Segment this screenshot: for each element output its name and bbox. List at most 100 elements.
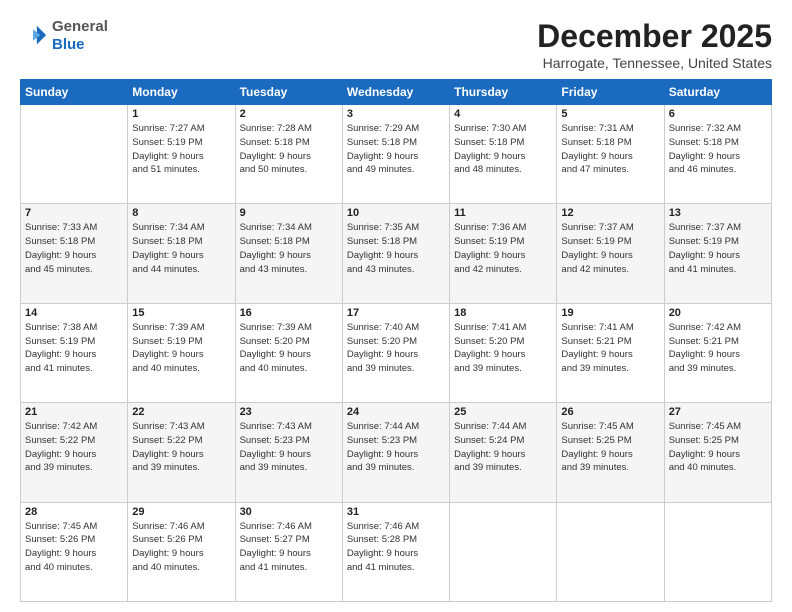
day-info-text: Sunrise: 7:46 AM Sunset: 5:28 PM Dayligh… — [347, 520, 445, 575]
day-info-text: Sunrise: 7:43 AM Sunset: 5:23 PM Dayligh… — [240, 420, 338, 475]
day-cell-2-1: 7 Sunrise: 7:33 AM Sunset: 5:18 PM Daylig… — [21, 204, 128, 303]
title-block: December 2025 Harrogate, Tennessee, Unit… — [537, 18, 772, 71]
header-thursday: Thursday — [450, 80, 557, 105]
day-cell-3-1: 14 Sunrise: 7:38 AM Sunset: 5:19 PM Dayli… — [21, 303, 128, 402]
logo-blue-text: Blue — [52, 36, 108, 54]
day-cell-1-2: 1 Sunrise: 7:27 AM Sunset: 5:19 PM Daylig… — [128, 105, 235, 204]
day-number: 1 — [132, 108, 230, 120]
day-cell-2-6: 12 Sunrise: 7:37 AM Sunset: 5:19 PM Dayli… — [557, 204, 664, 303]
day-number: 12 — [561, 207, 659, 219]
day-cell-5-2: 29 Sunrise: 7:46 AM Sunset: 5:26 PM Dayli… — [128, 502, 235, 601]
week-row-4: 21Sunrise: 7:42 AM Sunset: 5:22 PM Dayli… — [21, 403, 772, 502]
day-info-text: Sunrise: 7:37 AM Sunset: 5:19 PM Dayligh… — [561, 221, 659, 276]
day-number: 25 — [454, 406, 552, 418]
day-number: 16 — [240, 307, 338, 319]
day-cell-3-7: 20 Sunrise: 7:42 AM Sunset: 5:21 PM Dayli… — [664, 303, 771, 402]
day-info-text: Sunrise: 7:33 AM Sunset: 5:18 PM Dayligh… — [25, 221, 123, 276]
day-cell-4-4: 24Sunrise: 7:44 AM Sunset: 5:23 PM Dayli… — [342, 403, 449, 502]
day-info-text: Sunrise: 7:43 AM Sunset: 5:22 PM Dayligh… — [132, 420, 230, 475]
day-number: 14 — [25, 307, 123, 319]
month-year-title: December 2025 — [537, 18, 772, 55]
day-number: 20 — [669, 307, 767, 319]
day-info-text: Sunrise: 7:36 AM Sunset: 5:19 PM Dayligh… — [454, 221, 552, 276]
day-number: 9 — [240, 207, 338, 219]
day-number: 27 — [669, 406, 767, 418]
day-info-text: Sunrise: 7:35 AM Sunset: 5:18 PM Dayligh… — [347, 221, 445, 276]
day-info-text: Sunrise: 7:41 AM Sunset: 5:20 PM Dayligh… — [454, 321, 552, 376]
day-number: 17 — [347, 307, 445, 319]
week-row-2: 7 Sunrise: 7:33 AM Sunset: 5:18 PM Daylig… — [21, 204, 772, 303]
header-sunday: Sunday — [21, 80, 128, 105]
day-cell-5-7 — [664, 502, 771, 601]
day-info-text: Sunrise: 7:44 AM Sunset: 5:23 PM Dayligh… — [347, 420, 445, 475]
day-number: 18 — [454, 307, 552, 319]
logo-icon — [20, 22, 48, 50]
day-cell-1-3: 2 Sunrise: 7:28 AM Sunset: 5:18 PM Daylig… — [235, 105, 342, 204]
day-cell-2-5: 11 Sunrise: 7:36 AM Sunset: 5:19 PM Dayli… — [450, 204, 557, 303]
day-info-text: Sunrise: 7:42 AM Sunset: 5:22 PM Dayligh… — [25, 420, 123, 475]
day-info-text: Sunrise: 7:45 AM Sunset: 5:25 PM Dayligh… — [669, 420, 767, 475]
day-number: 5 — [561, 108, 659, 120]
day-cell-1-7: 6Sunrise: 7:32 AM Sunset: 5:18 PM Daylig… — [664, 105, 771, 204]
day-cell-4-2: 22 Sunrise: 7:43 AM Sunset: 5:22 PM Dayli… — [128, 403, 235, 502]
day-info-text: Sunrise: 7:29 AM Sunset: 5:18 PM Dayligh… — [347, 122, 445, 177]
day-number: 19 — [561, 307, 659, 319]
day-cell-5-3: 30Sunrise: 7:46 AM Sunset: 5:27 PM Dayli… — [235, 502, 342, 601]
week-row-3: 14 Sunrise: 7:38 AM Sunset: 5:19 PM Dayli… — [21, 303, 772, 402]
day-info-text: Sunrise: 7:39 AM Sunset: 5:20 PM Dayligh… — [240, 321, 338, 376]
week-row-1: 1 Sunrise: 7:27 AM Sunset: 5:19 PM Daylig… — [21, 105, 772, 204]
day-info-text: Sunrise: 7:30 AM Sunset: 5:18 PM Dayligh… — [454, 122, 552, 177]
day-number: 11 — [454, 207, 552, 219]
day-number: 7 — [25, 207, 123, 219]
day-info-text: Sunrise: 7:31 AM Sunset: 5:18 PM Dayligh… — [561, 122, 659, 177]
day-cell-3-6: 19Sunrise: 7:41 AM Sunset: 5:21 PM Dayli… — [557, 303, 664, 402]
calendar-table: Sunday Monday Tuesday Wednesday Thursday… — [20, 79, 772, 602]
day-info-text: Sunrise: 7:28 AM Sunset: 5:18 PM Dayligh… — [240, 122, 338, 177]
header-friday: Friday — [557, 80, 664, 105]
day-cell-4-3: 23Sunrise: 7:43 AM Sunset: 5:23 PM Dayli… — [235, 403, 342, 502]
day-cell-2-7: 13 Sunrise: 7:37 AM Sunset: 5:19 PM Dayli… — [664, 204, 771, 303]
day-info-text: Sunrise: 7:40 AM Sunset: 5:20 PM Dayligh… — [347, 321, 445, 376]
day-number: 6 — [669, 108, 767, 120]
day-cell-2-4: 10Sunrise: 7:35 AM Sunset: 5:18 PM Dayli… — [342, 204, 449, 303]
page: General Blue December 2025 Harrogate, Te… — [0, 0, 792, 612]
day-cell-2-3: 9Sunrise: 7:34 AM Sunset: 5:18 PM Daylig… — [235, 204, 342, 303]
day-number: 26 — [561, 406, 659, 418]
day-info-text: Sunrise: 7:27 AM Sunset: 5:19 PM Dayligh… — [132, 122, 230, 177]
day-number: 13 — [669, 207, 767, 219]
day-info-text: Sunrise: 7:38 AM Sunset: 5:19 PM Dayligh… — [25, 321, 123, 376]
day-cell-4-1: 21Sunrise: 7:42 AM Sunset: 5:22 PM Dayli… — [21, 403, 128, 502]
header-monday: Monday — [128, 80, 235, 105]
week-row-5: 28Sunrise: 7:45 AM Sunset: 5:26 PM Dayli… — [21, 502, 772, 601]
day-info-text: Sunrise: 7:46 AM Sunset: 5:26 PM Dayligh… — [132, 520, 230, 575]
day-number: 4 — [454, 108, 552, 120]
day-cell-4-5: 25Sunrise: 7:44 AM Sunset: 5:24 PM Dayli… — [450, 403, 557, 502]
day-cell-3-5: 18 Sunrise: 7:41 AM Sunset: 5:20 PM Dayli… — [450, 303, 557, 402]
day-cell-4-7: 27 Sunrise: 7:45 AM Sunset: 5:25 PM Dayli… — [664, 403, 771, 502]
header-wednesday: Wednesday — [342, 80, 449, 105]
day-info-text: Sunrise: 7:46 AM Sunset: 5:27 PM Dayligh… — [240, 520, 338, 575]
day-cell-4-6: 26 Sunrise: 7:45 AM Sunset: 5:25 PM Dayli… — [557, 403, 664, 502]
day-info-text: Sunrise: 7:45 AM Sunset: 5:25 PM Dayligh… — [561, 420, 659, 475]
day-info-text: Sunrise: 7:42 AM Sunset: 5:21 PM Dayligh… — [669, 321, 767, 376]
location-subtitle: Harrogate, Tennessee, United States — [537, 55, 772, 71]
day-number: 29 — [132, 506, 230, 518]
day-number: 3 — [347, 108, 445, 120]
day-info-text: Sunrise: 7:37 AM Sunset: 5:19 PM Dayligh… — [669, 221, 767, 276]
day-cell-5-4: 31 Sunrise: 7:46 AM Sunset: 5:28 PM Dayli… — [342, 502, 449, 601]
header-tuesday: Tuesday — [235, 80, 342, 105]
header: General Blue December 2025 Harrogate, Te… — [20, 18, 772, 71]
day-cell-1-6: 5 Sunrise: 7:31 AM Sunset: 5:18 PM Daylig… — [557, 105, 664, 204]
day-cell-3-2: 15 Sunrise: 7:39 AM Sunset: 5:19 PM Dayli… — [128, 303, 235, 402]
day-number: 22 — [132, 406, 230, 418]
day-number: 15 — [132, 307, 230, 319]
day-info-text: Sunrise: 7:39 AM Sunset: 5:19 PM Dayligh… — [132, 321, 230, 376]
day-cell-1-1 — [21, 105, 128, 204]
calendar-header-row: Sunday Monday Tuesday Wednesday Thursday… — [21, 80, 772, 105]
day-cell-2-2: 8Sunrise: 7:34 AM Sunset: 5:18 PM Daylig… — [128, 204, 235, 303]
day-number: 31 — [347, 506, 445, 518]
day-number: 8 — [132, 207, 230, 219]
day-cell-5-5 — [450, 502, 557, 601]
day-number: 2 — [240, 108, 338, 120]
day-info-text: Sunrise: 7:45 AM Sunset: 5:26 PM Dayligh… — [25, 520, 123, 575]
